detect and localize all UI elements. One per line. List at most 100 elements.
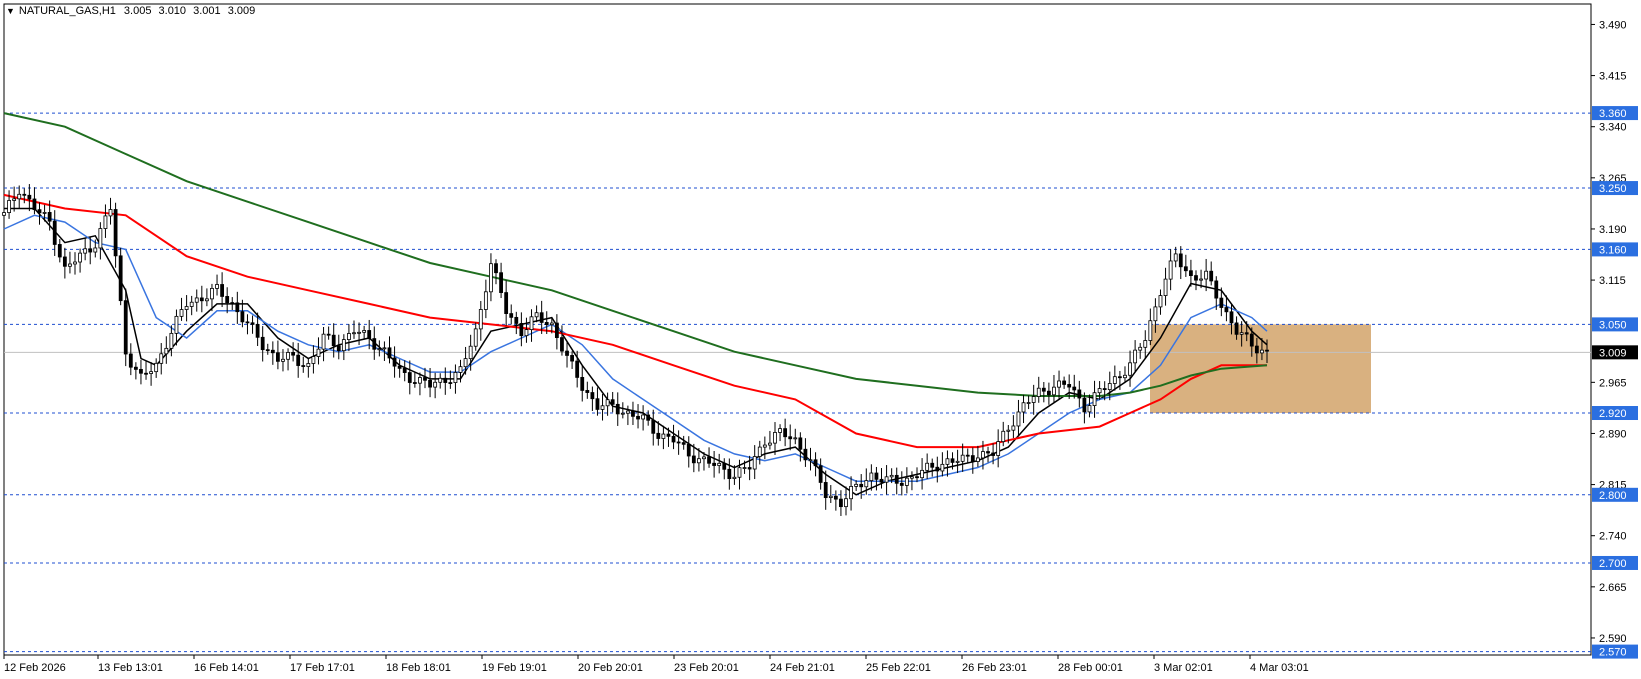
level-label: 2.570 [1599, 647, 1627, 659]
candle-body [42, 212, 47, 214]
candle-body [970, 455, 975, 462]
candle-body [1062, 380, 1067, 385]
candle-body [1209, 270, 1214, 282]
candle-body [402, 367, 407, 373]
candle-body [483, 291, 488, 310]
candle-body [742, 467, 747, 469]
candle-body [164, 347, 169, 355]
candle-body [316, 348, 321, 357]
candle-body [341, 339, 346, 352]
candle-body [7, 200, 11, 213]
candle-body [113, 209, 118, 257]
candle-body [473, 328, 478, 347]
candle-body [88, 248, 93, 253]
candle-body [514, 316, 519, 324]
x-tick-label: 17 Feb 17:01 [290, 662, 355, 674]
y-tick-label: 3.490 [1599, 19, 1627, 31]
candle-body [762, 444, 767, 448]
candle-body [1158, 295, 1163, 308]
candle-body [220, 284, 225, 297]
candle-body [793, 437, 798, 440]
candle-body [610, 399, 615, 405]
candle-body [965, 454, 970, 457]
candle-body [828, 495, 833, 499]
candle-body [286, 352, 290, 360]
candle-body [1001, 430, 1006, 443]
candle-body [986, 451, 990, 454]
candle-body [1138, 346, 1143, 351]
candle-body [752, 456, 757, 470]
candle-body [1199, 278, 1203, 281]
candle-body [631, 410, 635, 417]
candle-body [392, 357, 397, 367]
candle-body [854, 483, 859, 487]
candle-body [1041, 387, 1046, 392]
candle-body [2, 212, 6, 216]
level-label: 2.920 [1599, 408, 1627, 420]
x-tick-label: 18 Feb 18:01 [386, 662, 451, 674]
candle-body [352, 332, 356, 335]
candle-body [818, 465, 823, 483]
candle-body [1087, 405, 1092, 413]
candle-body [281, 358, 285, 362]
price-chart-svg[interactable]: 3.4903.4153.3403.2653.1903.1152.9652.890… [0, 0, 1641, 679]
candle-body [1163, 278, 1168, 296]
candle-body [494, 263, 498, 274]
candle-body [894, 474, 899, 484]
candle-body [377, 348, 382, 351]
candle-body [1183, 266, 1188, 272]
candle-body [910, 476, 914, 479]
candle-body [605, 399, 610, 407]
candle-body [215, 284, 219, 289]
candle-body [1234, 322, 1239, 335]
candle-body [757, 446, 762, 457]
candle-body [1067, 384, 1072, 388]
candle-body [1026, 402, 1031, 404]
candle-body [666, 433, 671, 437]
candle-body [859, 483, 864, 488]
candle-body [950, 458, 955, 463]
x-tick-label: 20 Feb 20:01 [578, 662, 643, 674]
y-tick-label: 2.890 [1599, 428, 1627, 440]
candle-body [276, 352, 280, 362]
y-tick-label: 3.115 [1599, 275, 1626, 287]
level-label: 3.360 [1599, 108, 1627, 120]
candle-body [509, 313, 514, 318]
candle-body [37, 209, 42, 214]
candle-body [78, 252, 82, 263]
candle-body [478, 309, 483, 330]
level-label: 3.250 [1599, 183, 1627, 195]
candle-body [260, 336, 265, 351]
candle-body [73, 261, 77, 265]
candle-body [235, 302, 240, 313]
candle-body [1057, 380, 1061, 388]
candle-body [636, 415, 640, 420]
candle-body [615, 403, 620, 415]
candle-body [1229, 311, 1234, 324]
candle-body [727, 468, 732, 480]
candle-body [904, 477, 909, 486]
x-tick-label: 13 Feb 13:01 [98, 662, 163, 674]
candle-body [712, 462, 717, 466]
candle-body [291, 352, 296, 356]
candle-body [1249, 333, 1254, 347]
candle-body [519, 323, 524, 337]
candle-body [580, 377, 585, 391]
candle-body [1016, 411, 1021, 427]
candle-body [1107, 383, 1112, 391]
candle-body [565, 350, 569, 356]
candle-body [22, 193, 27, 196]
candle-body [732, 476, 737, 480]
candle-body [27, 194, 32, 200]
candle-body [93, 247, 98, 253]
chart-area[interactable]: ▼ NATURAL_GAS,H1 3.005 3.010 3.001 3.009… [0, 0, 1641, 679]
candle-body [722, 462, 727, 470]
y-tick-label: 2.590 [1599, 633, 1627, 645]
candle-body [823, 482, 828, 499]
candle-body [174, 315, 179, 334]
candle-body [387, 347, 392, 359]
candle-body [768, 442, 772, 446]
candle-body [1021, 402, 1026, 413]
x-tick-label: 12 Feb 2026 [4, 662, 66, 674]
candle-body [783, 428, 788, 438]
